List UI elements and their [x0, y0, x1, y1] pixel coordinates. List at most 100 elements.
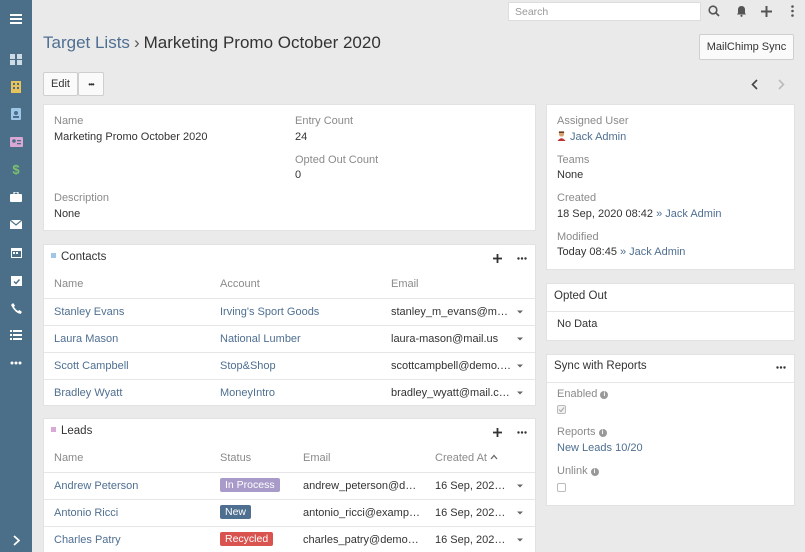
lead-name-link[interactable]: Andrew Peterson [54, 480, 204, 492]
contacts-color-marker [51, 253, 56, 258]
lead-created-at: 16 Sep, 2020 08:42 [435, 507, 509, 519]
contact-card-icon[interactable] [0, 102, 32, 126]
contact-email[interactable]: scottcampbell@demo.com [391, 360, 511, 372]
previous-record-icon[interactable] [747, 76, 761, 92]
record-title: Marketing Promo October 2020 [143, 33, 381, 52]
bell-icon[interactable] [733, 3, 749, 19]
column-header[interactable]: Name [54, 278, 83, 290]
lead-name-link[interactable]: Charles Patry [54, 534, 204, 546]
calendar-icon[interactable] [0, 240, 32, 264]
lead-name-link[interactable]: Antonio Ricci [54, 507, 204, 519]
next-record-icon[interactable] [774, 76, 788, 92]
contacts-menu-icon[interactable] [515, 252, 529, 264]
row-actions-caret-icon[interactable] [516, 537, 524, 543]
phone-icon[interactable] [0, 296, 32, 320]
contact-email[interactable]: laura-mason@mail.us [391, 333, 511, 345]
unlink-checkbox[interactable] [557, 483, 566, 492]
created-by-link[interactable]: » Jack Admin [656, 208, 721, 220]
teams-label: Teams [557, 154, 590, 166]
info-icon[interactable]: i [590, 468, 599, 476]
table-row: Laura Mason National Lumber laura-mason@… [44, 325, 535, 352]
entry-count-label: Entry Count [295, 115, 354, 127]
assigned-user-label: Assigned User [557, 115, 629, 127]
description-value: None [54, 208, 81, 220]
sync-reports-panel: Sync with Reports Enabled i Reports i New … [546, 354, 795, 506]
contact-account-link[interactable]: Irving's Sport Goods [220, 306, 380, 318]
column-header[interactable]: Status [220, 452, 251, 464]
created-label: Created [557, 192, 597, 204]
lead-status: New [220, 505, 252, 519]
more-actions-button[interactable]: ••• [78, 72, 104, 96]
lead-email[interactable]: antonio_ricci@example.com [303, 507, 421, 519]
row-actions-caret-icon[interactable] [516, 336, 524, 342]
mailchimp-sync-button[interactable]: MailChimp Sync [699, 34, 794, 60]
envelope-icon[interactable] [0, 212, 32, 236]
search-icon[interactable] [706, 3, 722, 19]
menu-toggle-icon[interactable] [0, 0, 32, 38]
contacts-panel: Contacts Name Account Email Stanley Evan… [43, 244, 536, 406]
column-header[interactable]: Name [54, 452, 83, 464]
row-actions-caret-icon[interactable] [516, 363, 524, 369]
breadcrumb[interactable]: Target Lists [43, 33, 130, 52]
contact-email[interactable]: bradley_wyatt@mail.com [391, 387, 511, 399]
info-icon[interactable]: i [600, 391, 609, 399]
entry-count-value: 24 [295, 131, 308, 143]
leads-menu-icon[interactable] [515, 426, 529, 438]
briefcase-icon[interactable] [0, 185, 32, 209]
dollar-icon[interactable]: $ [0, 157, 32, 181]
contact-email[interactable]: stanley_m_evans@mail.com [391, 306, 511, 318]
contact-name-link[interactable]: Bradley Wyatt [54, 387, 204, 399]
id-card-icon[interactable] [0, 130, 32, 154]
teams-value: None [557, 169, 584, 181]
contact-account-link[interactable]: MoneyIntro [220, 387, 380, 399]
opted-out-empty: No Data [557, 318, 598, 330]
created-value: 18 Sep, 2020 08:42 » Jack Admin [557, 208, 722, 220]
building-icon[interactable] [0, 75, 32, 99]
opted-out-panel-title: Opted Out [554, 290, 608, 302]
breadcrumb-separator: › [133, 33, 140, 52]
contacts-header-row: Name Account Email [44, 271, 535, 298]
column-header[interactable]: Account [220, 278, 260, 290]
table-row: Charles Patry Recycled charles_patry@dem… [44, 526, 535, 552]
calendar-check-icon[interactable] [0, 268, 32, 292]
contact-account-link[interactable]: Stop&Shop [220, 360, 380, 372]
assigned-user-value: Jack Admin [557, 131, 626, 143]
contact-account-link[interactable]: National Lumber [220, 333, 380, 345]
name-label: Name [54, 115, 84, 127]
column-header[interactable]: Email [391, 278, 419, 290]
lead-email[interactable]: charles_patry@demo.com [303, 534, 421, 546]
modified-by-link[interactable]: » Jack Admin [620, 246, 685, 258]
add-lead-icon[interactable] [491, 426, 503, 438]
add-contact-icon[interactable] [491, 252, 503, 264]
status-badge: New [220, 505, 252, 519]
info-icon[interactable]: i [598, 429, 607, 437]
plus-icon[interactable] [758, 3, 774, 19]
enabled-label: Enabled i [557, 388, 609, 400]
column-header[interactable]: Email [303, 452, 331, 464]
row-actions-caret-icon[interactable] [516, 510, 524, 516]
contact-name-link[interactable]: Stanley Evans [54, 306, 204, 318]
menu-kebab-icon[interactable] [784, 3, 800, 19]
column-header-sorted[interactable]: Created At [435, 452, 498, 464]
row-actions-caret-icon[interactable] [516, 309, 524, 315]
sort-ascending-icon[interactable] [490, 454, 498, 460]
search-input[interactable]: Search [508, 2, 701, 21]
list-icon[interactable] [0, 323, 32, 347]
contact-name-link[interactable]: Laura Mason [54, 333, 204, 345]
dashboard-icon[interactable] [0, 47, 32, 71]
modified-value: Today 08:45 » Jack Admin [557, 246, 685, 258]
lead-created-at: 16 Sep, 2020 08:42 [435, 534, 509, 546]
contact-name-link[interactable]: Scott Campbell [54, 360, 204, 372]
unlink-label: Unlink i [557, 465, 599, 477]
status-badge: Recycled [220, 532, 274, 546]
reports-link[interactable]: New Leads 10/20 [557, 442, 643, 454]
sync-reports-menu-icon[interactable] [774, 361, 788, 373]
lead-email[interactable]: andrew_peterson@demo.com [303, 480, 421, 492]
collapse-sidebar-icon[interactable] [0, 528, 32, 552]
row-actions-caret-icon[interactable] [516, 390, 524, 396]
assigned-user-link[interactable]: Jack Admin [570, 131, 626, 143]
name-value: Marketing Promo October 2020 [54, 131, 208, 143]
more-icon[interactable] [0, 351, 32, 375]
edit-button[interactable]: Edit [43, 72, 78, 96]
row-actions-caret-icon[interactable] [516, 483, 524, 489]
